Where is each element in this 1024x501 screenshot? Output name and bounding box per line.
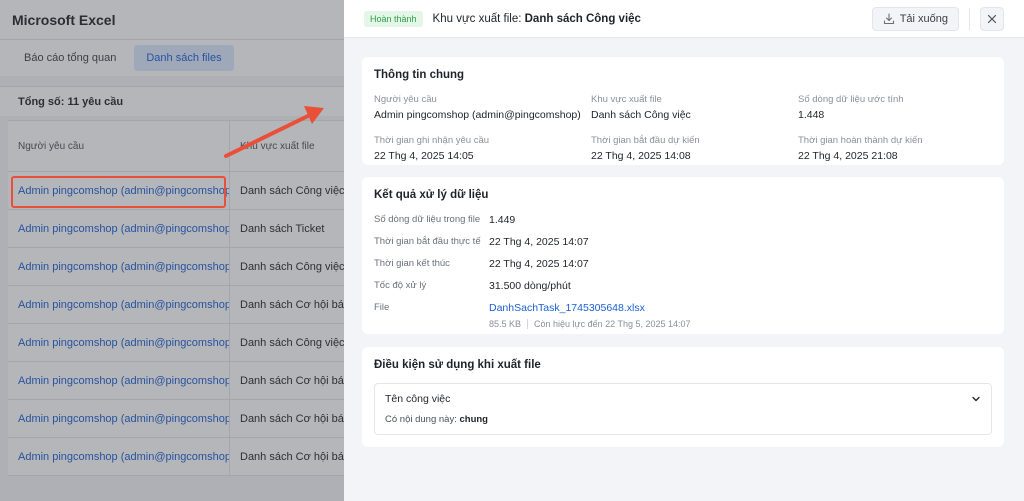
info-field-label: Người yêu cầu (374, 94, 437, 105)
condition-field-name: Tên công việc (385, 393, 451, 405)
condition-rule-value: chung (459, 414, 488, 425)
meta-divider (527, 319, 529, 329)
header-divider (969, 7, 970, 30)
info-field: Thời gian hoàn thành dự kiến 22 Thg 4, 2… (798, 135, 988, 162)
processing-result-card: Kết quả xử lý dữ liệu Số dòng dữ liệu tr… (362, 177, 1004, 334)
info-field-value: 1.448 (798, 109, 825, 121)
info-field: Khu vực xuất file Danh sách Công việc (591, 94, 798, 121)
download-button[interactable]: Tải xuống (871, 6, 959, 31)
drawer-header: Hoàn thành Khu vực xuất file: Danh sách … (344, 0, 1024, 38)
highlight-box-annotation (11, 176, 226, 208)
result-label: Tốc độ xử lý (374, 280, 427, 291)
info-field-value: 22 Thg 4, 2025 14:08 (591, 150, 691, 162)
info-field-value: Danh sách Công việc (591, 109, 691, 121)
info-field-label: Số dòng dữ liệu ước tính (798, 94, 904, 105)
info-field-value: Admin pingcomshop (admin@pingcomshop) (374, 109, 581, 121)
info-field-label: Thời gian ghi nhận yêu cầu (374, 135, 490, 146)
info-field-label: Thời gian hoàn thành dự kiến (798, 135, 923, 146)
general-info-title: Thông tin chung (374, 69, 465, 81)
file-info: DanhSachTask_1745305648.xlsx 85.5 KB Còn… (489, 302, 691, 329)
condition-accordion[interactable]: Tên công việc Có nội dung này: chung (374, 383, 992, 435)
result-row: Số dòng dữ liệu trong file 1.449 (374, 214, 992, 226)
general-info-grid: Người yêu cầu Admin pingcomshop (admin@p… (374, 94, 992, 162)
drawer-title-value: Danh sách Công việc (524, 12, 641, 25)
result-value: 22 Thg 4, 2025 14:07 (489, 236, 589, 248)
info-field-label: Khu vực xuất file (591, 94, 662, 105)
drawer-title: Khu vực xuất file: Danh sách Công việc (433, 13, 641, 25)
file-expiry: Còn hiệu lực đến 22 Thg 5, 2025 14:07 (534, 319, 691, 329)
result-label: Số dòng dữ liệu trong file (374, 214, 481, 225)
result-label: Thời gian bắt đầu thực tế (374, 236, 481, 247)
info-field: Người yêu cầu Admin pingcomshop (admin@p… (374, 94, 591, 121)
export-conditions-title: Điều kiện sử dụng khi xuất file (374, 359, 541, 371)
general-info-card: Thông tin chung Người yêu cầu Admin ping… (362, 57, 1004, 165)
result-row: Thời gian kết thúc 22 Thg 4, 2025 14:07 (374, 258, 992, 270)
condition-rule-prefix: Có nội dung này: (385, 414, 460, 425)
info-field-label: Thời gian bắt đầu dự kiến (591, 135, 700, 146)
processing-result-title: Kết quả xử lý dữ liệu (374, 189, 489, 201)
info-field-value: 22 Thg 4, 2025 14:05 (374, 150, 474, 162)
info-field-value: 22 Thg 4, 2025 21:08 (798, 150, 898, 162)
status-badge: Hoàn thành (364, 10, 423, 27)
modal-backdrop[interactable] (0, 0, 344, 501)
result-rows: Số dòng dữ liệu trong file 1.449 Thời gi… (374, 214, 992, 329)
result-value: 31.500 dòng/phút (489, 280, 571, 292)
file-download-link[interactable]: DanhSachTask_1745305648.xlsx (489, 302, 691, 314)
close-button[interactable] (980, 6, 1004, 31)
arrow-annotation-icon (224, 106, 324, 158)
close-icon (987, 14, 997, 23)
drawer-title-prefix: Khu vực xuất file: (432, 12, 525, 25)
file-meta: 85.5 KB Còn hiệu lực đến 22 Thg 5, 2025 … (489, 319, 691, 329)
result-value: 22 Thg 4, 2025 14:07 (489, 258, 589, 270)
chevron-down-icon[interactable] (971, 394, 981, 404)
download-icon (883, 12, 894, 24)
export-detail-drawer: Hoàn thành Khu vực xuất file: Danh sách … (344, 0, 1024, 501)
result-label: File (374, 302, 390, 313)
result-row-file: File DanhSachTask_1745305648.xlsx 85.5 K… (374, 302, 992, 329)
export-conditions-card: Điều kiện sử dụng khi xuất file Tên công… (362, 347, 1004, 447)
info-field: Thời gian ghi nhận yêu cầu 22 Thg 4, 202… (374, 135, 591, 162)
file-size: 85.5 KB (489, 319, 522, 329)
info-field: Số dòng dữ liệu ước tính 1.448 (798, 94, 988, 121)
result-value: 1.449 (489, 214, 516, 226)
download-button-label: Tải xuống (899, 12, 948, 25)
result-row: Thời gian bắt đầu thực tế 22 Thg 4, 2025… (374, 236, 992, 248)
result-row: Tốc độ xử lý 31.500 dòng/phút (374, 280, 992, 292)
condition-rule: Có nội dung này: chung (385, 414, 981, 425)
result-label: Thời gian kết thúc (374, 258, 450, 269)
info-field: Thời gian bắt đầu dự kiến 22 Thg 4, 2025… (591, 135, 798, 162)
